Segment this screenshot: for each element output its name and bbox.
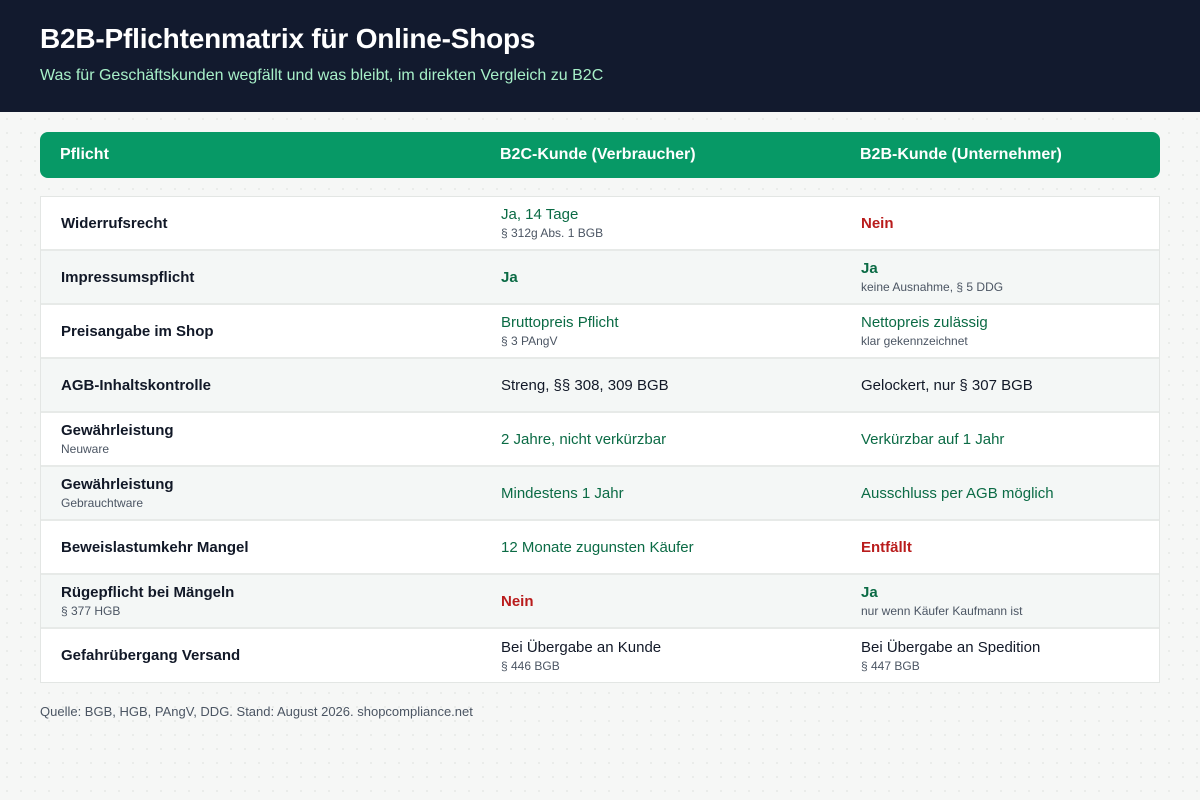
- b2b-value: Nettopreis zulässig: [861, 314, 988, 331]
- pflicht-label: Rügepflicht bei Mängeln: [61, 584, 235, 601]
- b2b-value: Nein: [861, 214, 894, 232]
- page-subtitle: Was für Geschäftskunden wegfällt und was…: [40, 67, 604, 84]
- b2c-value: Ja, 14 Tage: [501, 206, 579, 223]
- comparison-table: Widerrufsrecht Ja, 14 Tage § 312g Abs. 1…: [40, 196, 1160, 683]
- b2c-value: Streng, §§ 308, 309 BGB: [501, 376, 669, 394]
- b2b-cell: Nein: [861, 197, 1161, 249]
- table-row: Preisangabe im Shop Bruttopreis Pflicht …: [41, 305, 1159, 359]
- b2c-value: 2 Jahre, nicht verkürzbar: [501, 430, 667, 448]
- pflicht-cell: Widerrufsrecht: [61, 197, 481, 249]
- b2b-value: Ja: [861, 260, 878, 277]
- b2c-cell: Streng, §§ 308, 309 BGB: [501, 359, 841, 411]
- column-header-pflicht: Pflicht: [60, 146, 109, 163]
- table-row: Rügepflicht bei Mängeln § 377 HGB Nein J…: [41, 575, 1159, 629]
- b2b-cell: Entfällt: [861, 521, 1161, 573]
- pflicht-cell: AGB-Inhaltskontrolle: [61, 359, 481, 411]
- b2b-cell: Ja nur wenn Käufer Kaufmann ist: [861, 575, 1161, 627]
- pflicht-label: Beweislastumkehr Mangel: [61, 538, 249, 556]
- page-title: B2B-Pflichtenmatrix für Online-Shops: [40, 23, 536, 54]
- table-header: Pflicht B2C-Kunde (Verbraucher) B2B-Kund…: [40, 132, 1160, 178]
- table-row: Gewährleistung Neuware 2 Jahre, nicht ve…: [41, 413, 1159, 467]
- pflicht-label: Gefahrübergang Versand: [61, 647, 241, 664]
- b2b-value: Ausschluss per AGB möglich: [861, 484, 1054, 502]
- pflicht-cell: Preisangabe im Shop: [61, 305, 481, 357]
- b2c-cell: Nein: [501, 575, 841, 627]
- b2b-note: keine Ausnahme, § 5 DDG: [861, 280, 1004, 294]
- b2c-value: Bruttopreis Pflicht: [501, 314, 619, 331]
- b2b-cell: Verkürzbar auf 1 Jahr: [861, 413, 1161, 465]
- b2b-cell: Ja keine Ausnahme, § 5 DDG: [861, 251, 1161, 303]
- b2b-value: Entfällt: [861, 538, 912, 556]
- b2c-value: Bei Übergabe an Kunde: [501, 638, 662, 656]
- table-row: AGB-Inhaltskontrolle Streng, §§ 308, 309…: [41, 359, 1159, 413]
- b2c-value: Mindestens 1 Jahr: [501, 484, 624, 502]
- b2c-cell: Mindestens 1 Jahr: [501, 467, 841, 519]
- b2c-cell: Bruttopreis Pflicht § 3 PAngV: [501, 305, 841, 357]
- pflicht-cell: Gefahrübergang Versand: [61, 629, 481, 682]
- b2b-value: Ja: [861, 584, 878, 601]
- b2b-note: § 447 BGB: [861, 658, 920, 673]
- b2c-cell: Bei Übergabe an Kunde § 446 BGB: [501, 629, 841, 682]
- pflicht-cell: Rügepflicht bei Mängeln § 377 HGB: [61, 575, 481, 627]
- pflicht-label: Impressumspflicht: [61, 268, 195, 286]
- pflicht-label: Gewährleistung: [61, 422, 174, 439]
- source-note: Quelle: BGB, HGB, PAngV, DDG. Stand: Aug…: [40, 704, 473, 719]
- b2c-value: Nein: [501, 592, 534, 610]
- pflicht-note: § 377 HGB: [61, 604, 121, 618]
- column-header-b2b: B2B-Kunde (Unternehmer): [860, 146, 1062, 163]
- pflicht-cell: Gewährleistung Gebrauchtware: [61, 467, 481, 519]
- b2c-value: Ja: [501, 268, 518, 286]
- pflicht-cell: Gewährleistung Neuware: [61, 413, 481, 465]
- pflicht-label: Preisangabe im Shop: [61, 322, 214, 340]
- pflicht-label: Gewährleistung: [61, 476, 174, 493]
- b2c-value: 12 Monate zugunsten Käufer: [501, 538, 694, 556]
- b2b-value: Verkürzbar auf 1 Jahr: [861, 430, 1005, 448]
- pflicht-label: Widerrufsrecht: [61, 214, 168, 232]
- b2c-note: § 446 BGB: [501, 658, 560, 673]
- page-header: B2B-Pflichtenmatrix für Online-Shops Was…: [0, 0, 1200, 112]
- table-row: Widerrufsrecht Ja, 14 Tage § 312g Abs. 1…: [41, 197, 1159, 251]
- table-row: Impressumspflicht Ja Ja keine Ausnahme, …: [41, 251, 1159, 305]
- pflicht-note: Gebrauchtware: [61, 496, 144, 510]
- b2c-note: § 3 PAngV: [501, 334, 558, 348]
- b2b-cell: Nettopreis zulässig klar gekennzeichnet: [861, 305, 1161, 357]
- b2b-note: klar gekennzeichnet: [861, 334, 968, 348]
- b2b-value: Bei Übergabe an Spedition: [861, 638, 1041, 656]
- table-row: Gewährleistung Gebrauchtware Mindestens …: [41, 467, 1159, 521]
- b2c-note: § 312g Abs. 1 BGB: [501, 226, 604, 240]
- table-row: Gefahrübergang Versand Bei Übergabe an K…: [41, 629, 1159, 682]
- pflicht-cell: Impressumspflicht: [61, 251, 481, 303]
- b2b-note: nur wenn Käufer Kaufmann ist: [861, 604, 1023, 618]
- b2c-cell: 2 Jahre, nicht verkürzbar: [501, 413, 841, 465]
- b2c-cell: Ja, 14 Tage § 312g Abs. 1 BGB: [501, 197, 841, 249]
- column-header-b2c: B2C-Kunde (Verbraucher): [500, 146, 696, 163]
- b2b-cell: Gelockert, nur § 307 BGB: [861, 359, 1161, 411]
- b2b-cell: Ausschluss per AGB möglich: [861, 467, 1161, 519]
- b2b-cell: Bei Übergabe an Spedition § 447 BGB: [861, 629, 1161, 682]
- pflicht-cell: Beweislastumkehr Mangel: [61, 521, 481, 573]
- pflicht-label: AGB-Inhaltskontrolle: [61, 376, 212, 394]
- table-row: Beweislastumkehr Mangel 12 Monate zuguns…: [41, 521, 1159, 575]
- b2c-cell: Ja: [501, 251, 841, 303]
- b2b-value: Gelockert, nur § 307 BGB: [861, 376, 1033, 394]
- pflicht-note: Neuware: [61, 442, 110, 456]
- b2c-cell: 12 Monate zugunsten Käufer: [501, 521, 841, 573]
